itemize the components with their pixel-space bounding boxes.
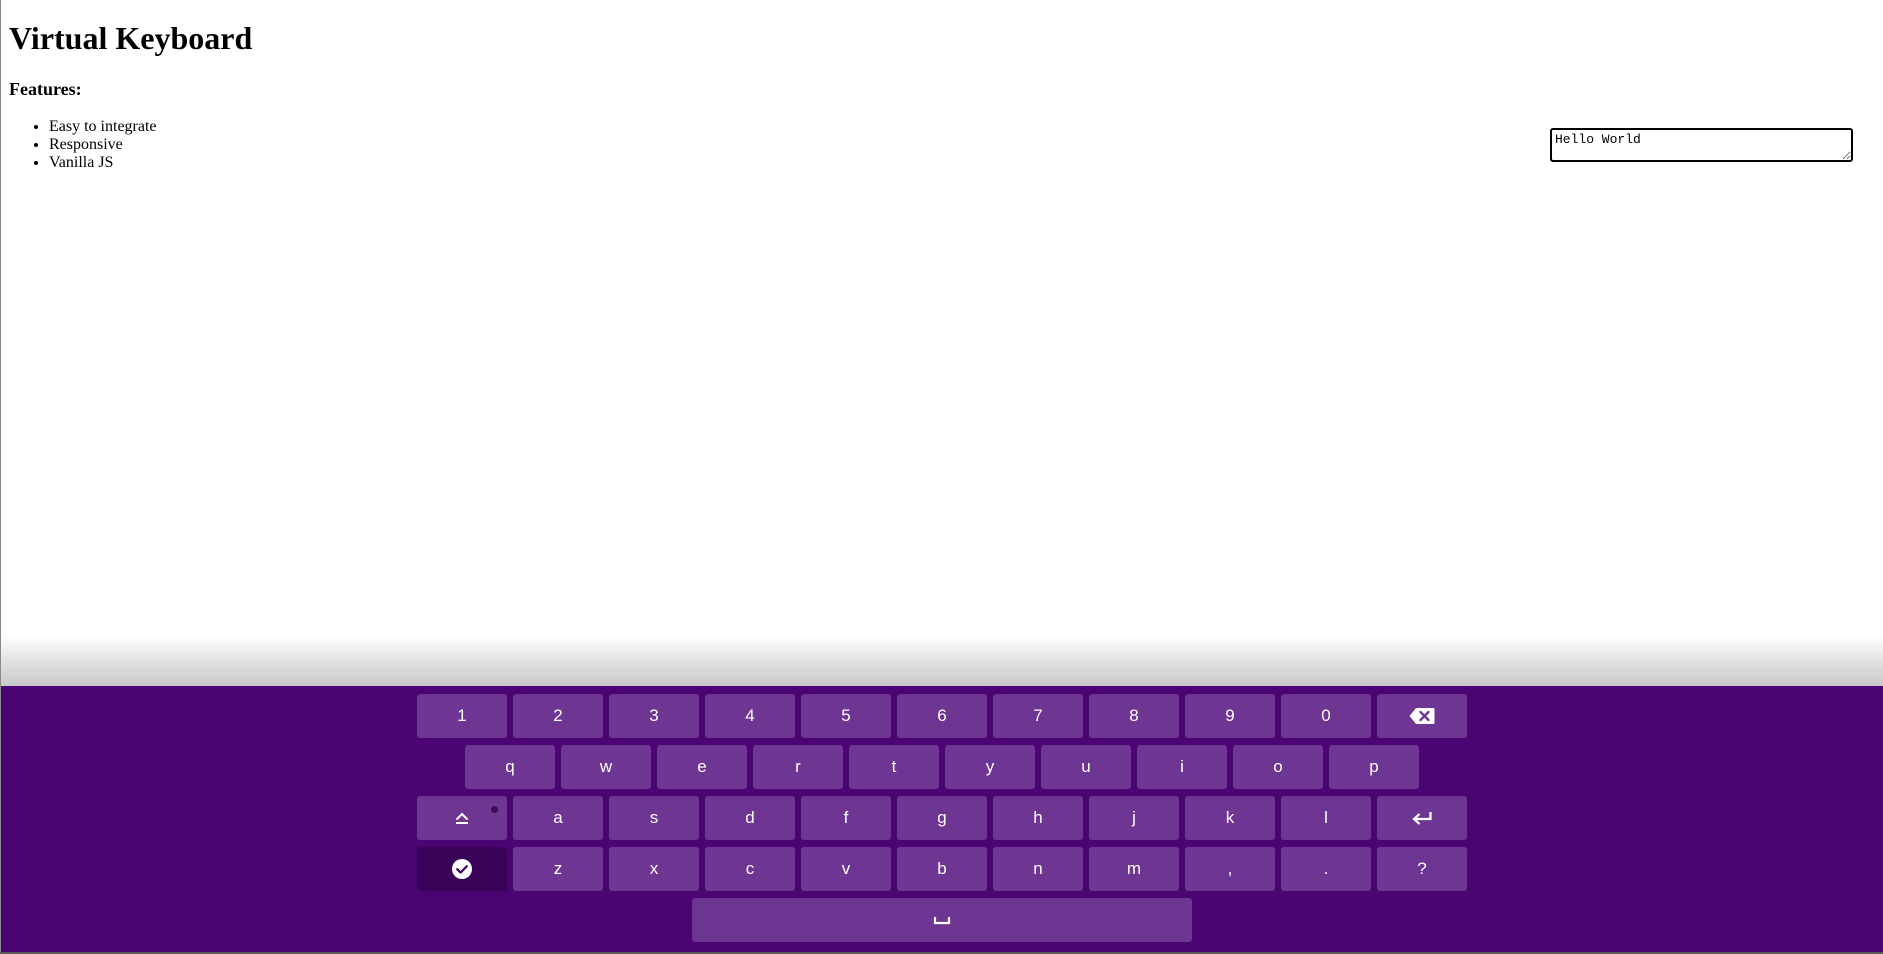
page-title: Virtual Keyboard (9, 20, 253, 56)
key-s[interactable]: s (609, 796, 699, 840)
key-v[interactable]: v (801, 847, 891, 891)
key-p[interactable]: p (1329, 745, 1419, 789)
key-o[interactable]: o (1233, 745, 1323, 789)
key-c[interactable]: c (705, 847, 795, 891)
key-2[interactable]: 2 (513, 694, 603, 738)
check-circle-icon (451, 858, 473, 880)
key-enter[interactable] (1377, 796, 1467, 840)
key-backspace[interactable] (1377, 694, 1467, 738)
key-space[interactable] (692, 898, 1192, 942)
feature-item: Responsive (49, 136, 157, 154)
text-input[interactable]: Hello World (1550, 128, 1853, 162)
key-5[interactable]: 5 (801, 694, 891, 738)
key-3[interactable]: 3 (609, 694, 699, 738)
key-i[interactable]: i (1137, 745, 1227, 789)
virtual-keyboard: 1 2 3 4 5 6 7 8 9 0 q w e r t y u i o p (1, 686, 1883, 952)
shift-icon (454, 810, 470, 826)
key-0[interactable]: 0 (1281, 694, 1371, 738)
key-done[interactable] (417, 847, 507, 891)
key-e[interactable]: e (657, 745, 747, 789)
key-1[interactable]: 1 (417, 694, 507, 738)
key-m[interactable]: m (1089, 847, 1179, 891)
key-8[interactable]: 8 (1089, 694, 1179, 738)
key-6[interactable]: 6 (897, 694, 987, 738)
key-z[interactable]: z (513, 847, 603, 891)
enter-icon (1411, 810, 1433, 826)
key-period[interactable]: . (1281, 847, 1371, 891)
backspace-icon (1409, 707, 1435, 725)
key-x[interactable]: x (609, 847, 699, 891)
key-g[interactable]: g (897, 796, 987, 840)
key-d[interactable]: d (705, 796, 795, 840)
key-u[interactable]: u (1041, 745, 1131, 789)
keyboard-row-space (1, 898, 1883, 942)
keyboard-row-home-letters: a s d f g h j k l (1, 796, 1883, 840)
key-j[interactable]: j (1089, 796, 1179, 840)
key-w[interactable]: w (561, 745, 651, 789)
key-4[interactable]: 4 (705, 694, 795, 738)
key-comma[interactable]: , (1185, 847, 1275, 891)
key-l[interactable]: l (1281, 796, 1371, 840)
key-shift[interactable] (417, 796, 507, 840)
feature-item: Vanilla JS (49, 154, 157, 172)
key-r[interactable]: r (753, 745, 843, 789)
space-icon (933, 914, 951, 926)
keyboard-row-top-letters: q w e r t y u i o p (1, 745, 1883, 789)
keyboard-row-numbers: 1 2 3 4 5 6 7 8 9 0 (1, 694, 1883, 738)
key-y[interactable]: y (945, 745, 1035, 789)
key-n[interactable]: n (993, 847, 1083, 891)
keyboard-shadow (1, 635, 1883, 686)
feature-item: Easy to integrate (49, 118, 157, 136)
keyboard-row-bottom-letters: z x c v b n m , . ? (1, 847, 1883, 891)
caps-lock-indicator (491, 806, 498, 813)
features-heading: Features: (9, 79, 82, 99)
key-7[interactable]: 7 (993, 694, 1083, 738)
key-q[interactable]: q (465, 745, 555, 789)
key-t[interactable]: t (849, 745, 939, 789)
key-h[interactable]: h (993, 796, 1083, 840)
key-f[interactable]: f (801, 796, 891, 840)
key-a[interactable]: a (513, 796, 603, 840)
key-9[interactable]: 9 (1185, 694, 1275, 738)
key-b[interactable]: b (897, 847, 987, 891)
key-k[interactable]: k (1185, 796, 1275, 840)
features-list: Easy to integrate Responsive Vanilla JS (9, 118, 157, 172)
key-question[interactable]: ? (1377, 847, 1467, 891)
